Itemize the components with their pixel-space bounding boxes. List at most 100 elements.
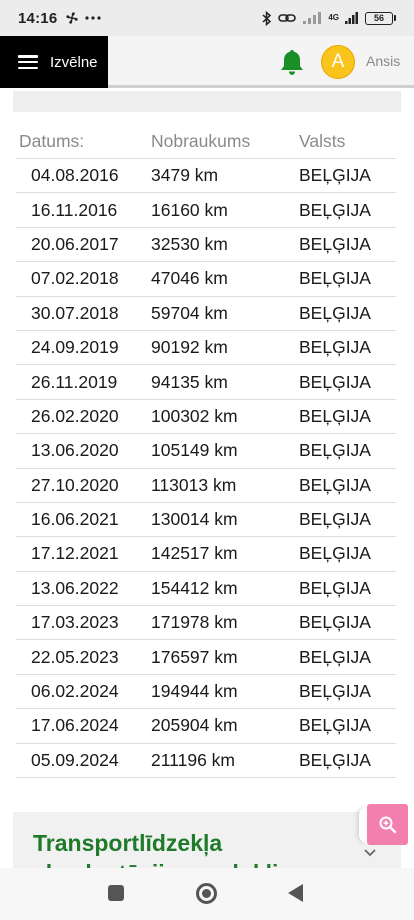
avatar[interactable]: A <box>321 45 355 79</box>
cell-mileage: 176597 km <box>151 646 238 667</box>
cell-country: BEĻĢIJA <box>299 233 371 254</box>
more-dots-icon <box>85 16 101 20</box>
recents-icon[interactable] <box>108 885 124 901</box>
zoom-in-icon <box>379 816 396 833</box>
cell-country: BEĻĢIJA <box>299 371 371 392</box>
table-row: 24.09.2019 90192 km BEĻĢIJA <box>16 331 396 366</box>
cell-mileage: 94135 km <box>151 371 228 392</box>
cell-mileage: 59704 km <box>151 302 228 323</box>
signal-icon-2 <box>345 12 358 24</box>
header-country: Valsts <box>299 130 346 151</box>
user-name[interactable]: Ansis <box>366 53 400 69</box>
fab-shadow <box>359 807 367 843</box>
cell-date: 24.09.2019 <box>31 337 119 358</box>
hamburger-icon <box>18 55 38 69</box>
status-right-icons: 4G 56 <box>262 10 396 26</box>
cell-country: BEĻĢIJA <box>299 749 371 770</box>
cell-mileage: 154412 km <box>151 577 238 598</box>
cell-mileage: 47046 km <box>151 268 228 289</box>
bell-icon[interactable] <box>279 48 305 76</box>
cell-country: BEĻĢIJA <box>299 440 371 461</box>
menu-button[interactable]: Izvēlne <box>0 36 108 88</box>
cell-mileage: 113013 km <box>151 474 237 495</box>
table-row: 26.11.2019 94135 km BEĻĢIJA <box>16 365 396 400</box>
cell-country: BEĻĢIJA <box>299 268 371 289</box>
header-mileage: Nobraukums <box>151 130 251 151</box>
cell-country: BEĻĢIJA <box>299 302 371 323</box>
table-header: Datums: Nobraukums Valsts <box>16 124 396 159</box>
cell-mileage: 16160 km <box>151 199 228 220</box>
cell-country: BEĻĢIJA <box>299 509 371 530</box>
system-nav-bar <box>0 868 414 920</box>
cell-date: 13.06.2022 <box>31 577 119 598</box>
table-row: 27.10.2020 113013 km BEĻĢIJA <box>16 469 396 503</box>
table-row: 16.06.2021 130014 km BEĻĢIJA <box>16 503 396 538</box>
battery-level: 56 <box>365 11 393 25</box>
menu-label: Izvēlne <box>50 53 98 71</box>
table-row: 26.02.2020 100302 km BEĻĢIJA <box>16 400 396 435</box>
status-left-icons <box>65 11 101 25</box>
cell-date: 05.09.2024 <box>31 749 119 770</box>
signal-icon <box>303 12 322 24</box>
cell-date: 26.02.2020 <box>31 405 119 426</box>
cell-date: 26.11.2019 <box>31 371 118 392</box>
cell-date: 16.11.2016 <box>31 199 118 220</box>
cell-date: 17.06.2024 <box>31 715 119 736</box>
table-row: 30.07.2018 59704 km BEĻĢIJA <box>16 297 396 331</box>
home-icon[interactable] <box>196 883 217 904</box>
top-panel <box>13 91 401 112</box>
link-icon <box>278 14 297 22</box>
network-type: 4G <box>328 13 339 22</box>
cell-date: 30.07.2018 <box>31 302 119 323</box>
zoom-button[interactable] <box>367 804 408 845</box>
status-time: 14:16 <box>18 9 58 27</box>
cell-mileage: 3479 km <box>151 165 219 186</box>
status-bar: 14:16 4G 56 <box>0 0 414 36</box>
table-row: 17.03.2023 171978 km BEĻĢIJA <box>16 606 396 641</box>
table-row: 17.12.2021 142517 km BEĻĢIJA <box>16 537 396 572</box>
fan-icon <box>66 12 79 24</box>
cell-mileage: 205904 km <box>151 715 238 736</box>
cell-country: BEĻĢIJA <box>299 165 371 186</box>
cell-country: BEĻĢIJA <box>299 543 371 564</box>
cell-mileage: 171978 km <box>151 612 238 633</box>
bluetooth-icon <box>262 10 272 26</box>
cell-country: BEĻĢIJA <box>299 405 371 426</box>
cell-country: BEĻĢIJA <box>299 577 371 598</box>
tax-accordion[interactable]: Transportlīdzekļa ekspluatācijas nodokli… <box>13 812 401 868</box>
cell-country: BEĻĢIJA <box>299 646 371 667</box>
table-row: 16.11.2016 16160 km BEĻĢIJA <box>16 193 396 228</box>
cell-country: BEĻĢIJA <box>299 715 371 736</box>
cell-date: 07.02.2018 <box>31 268 119 289</box>
cell-date: 27.10.2020 <box>31 474 119 495</box>
cell-country: BEĻĢIJA <box>299 681 371 702</box>
cell-date: 20.06.2017 <box>31 233 119 254</box>
avatar-letter: A <box>331 51 345 72</box>
battery-icon: 56 <box>365 11 396 25</box>
cell-date: 17.12.2021 <box>31 543 119 564</box>
cell-mileage: 142517 km <box>151 543 238 564</box>
cell-mileage: 194944 km <box>151 681 238 702</box>
cell-country: BEĻĢIJA <box>299 199 371 220</box>
table-row: 04.08.2016 3479 km BEĻĢIJA <box>16 159 396 194</box>
cell-country: BEĻĢIJA <box>299 612 371 633</box>
header-date: Datums: <box>19 130 85 151</box>
cell-date: 17.03.2023 <box>31 612 119 633</box>
cell-date: 13.06.2020 <box>31 440 119 461</box>
cell-mileage: 105149 km <box>151 440 238 461</box>
chevron-down-icon[interactable] <box>363 846 377 860</box>
accordion-title: Transportlīdzekļa ekspluatācijas nodokli… <box>33 830 291 868</box>
cell-mileage: 211196 km <box>151 749 235 770</box>
cell-date: 04.08.2016 <box>31 165 119 186</box>
table-row: 05.09.2024 211196 km BEĻĢIJA <box>16 744 396 779</box>
cell-mileage: 100302 km <box>151 405 238 426</box>
cell-country: BEĻĢIJA <box>299 337 371 358</box>
table-row: 22.05.2023 176597 km BEĻĢIJA <box>16 640 396 675</box>
cell-date: 06.02.2024 <box>31 681 119 702</box>
cell-country: BEĻĢIJA <box>299 474 371 495</box>
back-icon[interactable] <box>288 884 303 902</box>
table-row: 06.02.2024 194944 km BEĻĢIJA <box>16 675 396 710</box>
table-row: 17.06.2024 205904 km BEĻĢIJA <box>16 709 396 744</box>
cell-date: 16.06.2021 <box>31 509 119 530</box>
cell-mileage: 32530 km <box>151 233 228 254</box>
